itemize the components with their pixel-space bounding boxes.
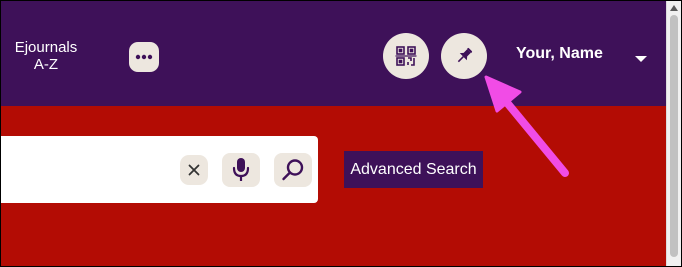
app-window: Ejournals A-Z Your, Name Advanced Search [0, 0, 682, 267]
scrollbar-thumb[interactable] [670, 15, 678, 257]
scroll-up-arrow-icon[interactable] [670, 5, 678, 11]
annotation-arrow [484, 75, 569, 177]
vertical-scrollbar[interactable] [666, 1, 681, 266]
